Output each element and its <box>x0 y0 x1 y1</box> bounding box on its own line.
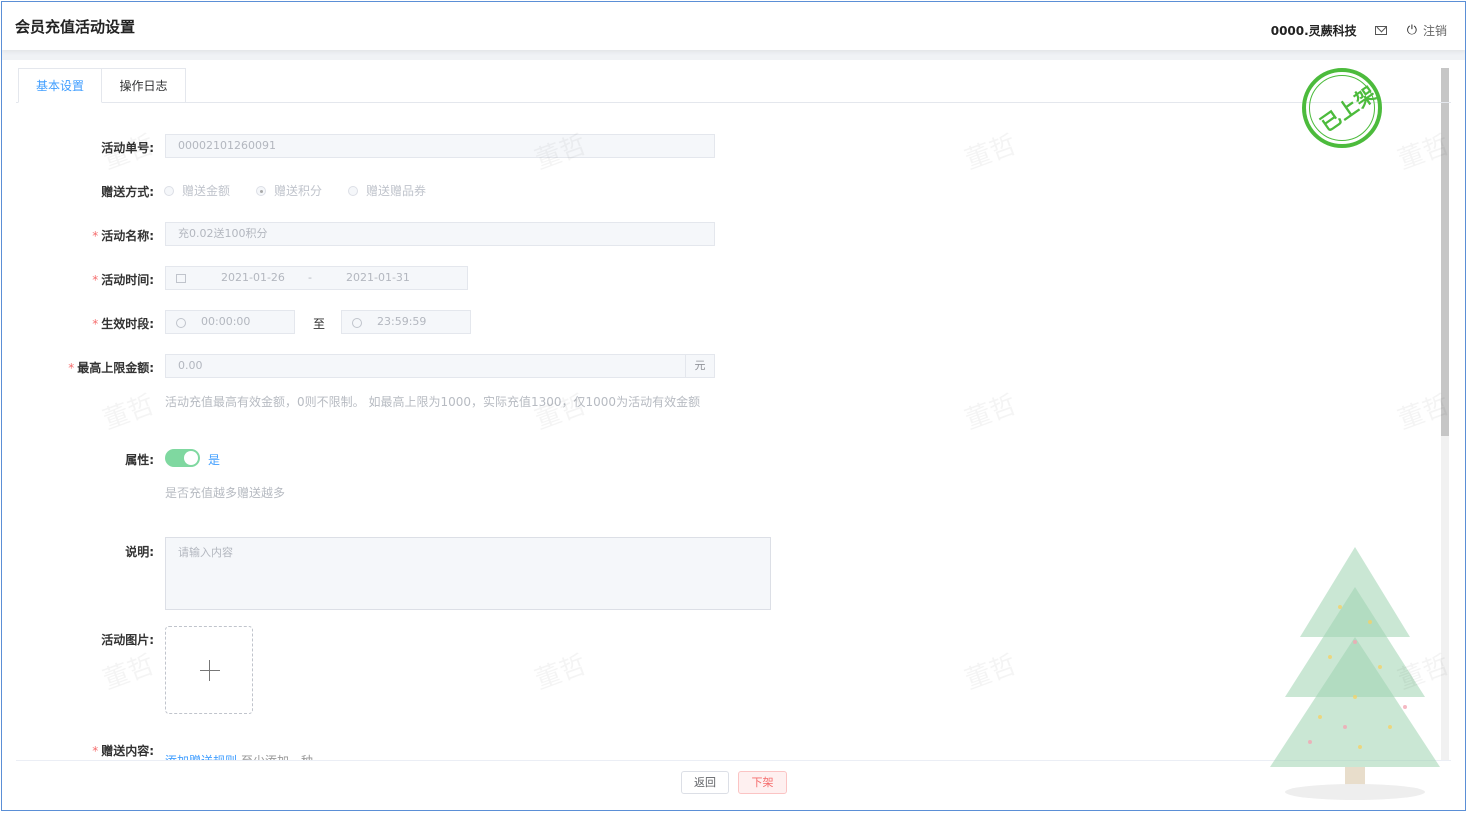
radio-gift-voucher[interactable]: 赠送赠品券 <box>348 182 426 199</box>
image-upload-box[interactable] <box>165 626 253 714</box>
calendar-icon <box>176 274 186 283</box>
max-amount-input[interactable]: 0.00 元 <box>165 354 715 378</box>
activity-name-input[interactable]: 充0.02送100积分 <box>165 222 715 246</box>
page-title: 会员充值活动设置 <box>15 18 136 36</box>
radio-label: 赠送积分 <box>274 184 323 198</box>
image-label: 活动图片: <box>101 633 154 647</box>
period-start-value: 00:00:00 <box>201 315 251 328</box>
back-button[interactable]: 返回 <box>681 771 729 794</box>
logout-link[interactable]: 注销 <box>1423 22 1447 39</box>
attribute-toggle[interactable] <box>165 449 200 467</box>
mail-icon[interactable] <box>1374 26 1387 35</box>
max-amount-label: * 最高上限金额: <box>68 361 154 375</box>
unit-suffix: 元 <box>685 355 714 377</box>
period-end-input[interactable]: 23:59:59 <box>341 310 471 334</box>
description-textarea[interactable]: 请输入内容 <box>165 537 771 610</box>
date-separator: - <box>308 271 312 284</box>
header-divider <box>2 50 1465 60</box>
tab-operation-log[interactable]: 操作日志 <box>101 68 186 102</box>
radio-label: 赠送金额 <box>182 184 231 198</box>
radio-dot <box>348 185 359 196</box>
max-amount-hint: 活动充值最高有效金额，0则不限制。 如最高上限为1000，实际充值1300，仅1… <box>165 395 701 409</box>
off-shelf-button[interactable]: 下架 <box>738 771 787 794</box>
footer-bar: 返回 下架 <box>16 760 1451 810</box>
gift-method-radio-group: 赠送金额 赠送积分 赠送赠品券 <box>164 182 452 199</box>
gift-method-label: 赠送方式: <box>101 185 154 199</box>
plus-icon <box>200 660 220 681</box>
radio-dot-selected <box>256 185 267 196</box>
period-to-text: 至 <box>313 317 326 331</box>
gift-content-label: * 赠送内容: <box>92 744 154 758</box>
radio-label: 赠送赠品券 <box>366 184 427 198</box>
max-amount-value: 0.00 <box>178 359 203 372</box>
order-no-label: 活动单号: <box>101 141 154 155</box>
activity-name-label: * 活动名称: <box>92 229 154 243</box>
period-start-input[interactable]: 00:00:00 <box>165 310 295 334</box>
toggle-status-text: 是 <box>208 453 221 467</box>
tab-bar: 基本设置 操作日志 <box>16 68 1451 103</box>
scrollbar-thumb[interactable] <box>1441 68 1449 436</box>
radio-gift-amount[interactable]: 赠送金额 <box>164 182 230 199</box>
company-name: 0000.灵蕨科技 <box>1270 24 1357 38</box>
activity-time-label: * 活动时间: <box>92 273 154 287</box>
christmas-tree-icon <box>1270 547 1440 800</box>
description-label: 说明: <box>125 545 154 559</box>
date-start: 2021-01-26 <box>221 271 285 284</box>
attribute-label: 属性: <box>125 453 154 467</box>
power-icon[interactable]: ⏻ <box>1407 23 1417 38</box>
status-stamp: 已上架 <box>1302 68 1382 148</box>
clock-icon <box>176 318 186 328</box>
header-right: 0000.灵蕨科技 ⏻ 注销 <box>1271 22 1447 39</box>
activity-date-range[interactable]: 2021-01-26 - 2021-01-31 <box>165 266 468 290</box>
date-end: 2021-01-31 <box>346 271 410 284</box>
top-header: 会员充值活动设置 0000.灵蕨科技 ⏻ 注销 <box>2 2 1465 50</box>
content-card: 基本设置 操作日志 活动单号: 00002101260091 赠送方式: 赠送金… <box>16 60 1451 810</box>
period-label: * 生效时段: <box>92 317 154 331</box>
order-no-input[interactable]: 00002101260091 <box>165 134 715 158</box>
tab-basic-settings[interactable]: 基本设置 <box>18 68 102 103</box>
clock-icon <box>352 318 362 328</box>
radio-dot <box>164 185 174 196</box>
attribute-hint: 是否充值越多赠送越多 <box>165 486 286 500</box>
app-window: 会员充值活动设置 0000.灵蕨科技 ⏻ 注销 基本设置 操作日志 活动单号: … <box>1 1 1466 811</box>
period-end-value: 23:59:59 <box>377 315 427 328</box>
radio-gift-points[interactable]: 赠送积分 <box>256 182 322 199</box>
